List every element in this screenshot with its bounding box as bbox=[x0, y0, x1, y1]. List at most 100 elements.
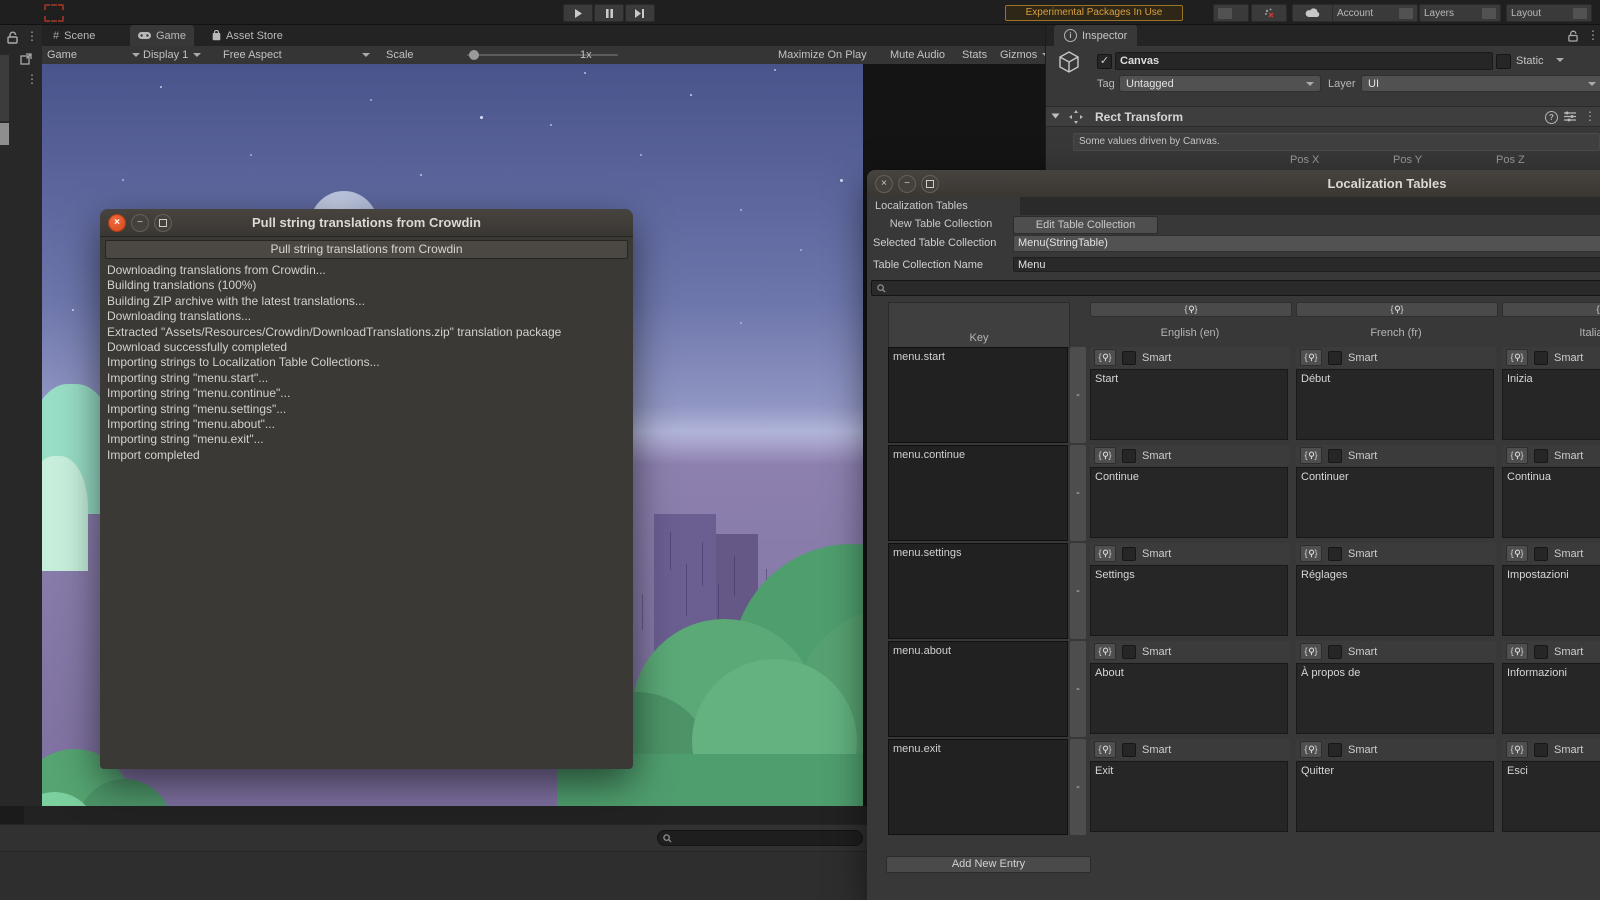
maximize-on-play-toggle[interactable]: Maximize On Play bbox=[778, 46, 867, 64]
smart-checkbox[interactable] bbox=[1122, 448, 1136, 463]
smart-checkbox[interactable] bbox=[1122, 350, 1136, 365]
lock-icon[interactable] bbox=[1568, 30, 1578, 42]
layers-dropdown[interactable]: Layers bbox=[1419, 4, 1501, 22]
play-button[interactable] bbox=[563, 4, 593, 22]
column-settings-button[interactable]: {} bbox=[1090, 302, 1292, 317]
table-row-key[interactable]: menu.settings bbox=[888, 543, 1068, 639]
component-menu-icon[interactable]: ⋮ bbox=[1584, 110, 1596, 122]
remove-entry-button[interactable]: - bbox=[1070, 739, 1086, 835]
static-flags-dropdown-icon[interactable] bbox=[1556, 58, 1564, 62]
metadata-button[interactable]: {} bbox=[1300, 447, 1322, 464]
metadata-button[interactable]: {} bbox=[1300, 349, 1322, 366]
smart-checkbox[interactable] bbox=[1328, 350, 1342, 365]
translation-text-field[interactable]: Impostazioni bbox=[1502, 565, 1600, 636]
smart-checkbox[interactable] bbox=[1534, 448, 1548, 463]
lock-icon[interactable] bbox=[7, 31, 18, 44]
tab-asset-store[interactable]: Asset Store bbox=[204, 25, 291, 46]
table-row-key[interactable]: menu.continue bbox=[888, 445, 1068, 541]
tab-localization-tables[interactable]: Localization Tables bbox=[867, 197, 1020, 215]
metadata-button[interactable]: {} bbox=[1506, 741, 1528, 758]
collab-error-button[interactable] bbox=[1251, 4, 1287, 22]
selected-collection-field[interactable]: Menu(StringTable) bbox=[1013, 235, 1600, 252]
smart-checkbox[interactable] bbox=[1534, 742, 1548, 757]
smart-checkbox[interactable] bbox=[1534, 350, 1548, 365]
translation-text-field[interactable]: Début bbox=[1296, 369, 1494, 440]
translation-text-field[interactable]: Continuer bbox=[1296, 467, 1494, 538]
step-button[interactable] bbox=[625, 4, 655, 22]
pull-translations-button[interactable]: Pull string translations from Crowdin bbox=[105, 240, 628, 259]
table-search-input[interactable] bbox=[871, 280, 1600, 296]
rect-transform-header[interactable]: Rect Transform ? ⋮ bbox=[1046, 106, 1600, 127]
foldout-arrow-icon[interactable] bbox=[1051, 113, 1060, 119]
smart-checkbox[interactable] bbox=[1534, 546, 1548, 561]
scale-slider-track[interactable] bbox=[467, 54, 618, 56]
gizmos-dropdown[interactable]: Gizmos bbox=[1000, 46, 1051, 64]
remove-entry-button[interactable]: - bbox=[1070, 641, 1086, 737]
translation-text-field[interactable]: Quitter bbox=[1296, 761, 1494, 832]
remove-entry-button[interactable]: - bbox=[1070, 543, 1086, 639]
smart-checkbox[interactable] bbox=[1328, 546, 1342, 561]
metadata-button[interactable]: {} bbox=[1300, 643, 1322, 660]
edit-table-collection-button[interactable]: Edit Table Collection bbox=[1013, 216, 1158, 234]
translation-text-field[interactable]: Continua bbox=[1502, 467, 1600, 538]
scrollbar-thumb[interactable] bbox=[0, 123, 9, 145]
minimize-button[interactable]: − bbox=[131, 213, 149, 232]
stats-toggle[interactable]: Stats bbox=[962, 46, 987, 64]
table-row-key[interactable]: menu.start bbox=[888, 347, 1068, 443]
translation-text-field[interactable]: Informazioni bbox=[1502, 663, 1600, 734]
preview-packages-button[interactable] bbox=[1213, 4, 1249, 22]
tab-inspector[interactable]: i Inspector bbox=[1054, 25, 1138, 46]
display-dropdown[interactable]: Display 1 bbox=[143, 46, 202, 64]
collection-name-input[interactable] bbox=[1013, 257, 1600, 272]
enabled-checkbox[interactable]: ✓ bbox=[1097, 54, 1112, 69]
panel-menu-icon[interactable]: ⋮ bbox=[26, 30, 38, 42]
smart-checkbox[interactable] bbox=[1122, 742, 1136, 757]
translation-text-field[interactable]: Continue bbox=[1090, 467, 1288, 538]
metadata-button[interactable]: {} bbox=[1506, 643, 1528, 660]
translation-text-field[interactable]: Exit bbox=[1090, 761, 1288, 832]
mute-audio-toggle[interactable]: Mute Audio bbox=[890, 46, 945, 64]
new-table-collection-button[interactable]: New Table Collection bbox=[871, 216, 1011, 232]
experimental-packages-warning[interactable]: Experimental Packages In Use bbox=[1005, 5, 1183, 21]
maximize-button[interactable] bbox=[154, 213, 172, 232]
metadata-button[interactable]: {} bbox=[1094, 447, 1116, 464]
metadata-button[interactable]: {} bbox=[1094, 545, 1116, 562]
smart-checkbox[interactable] bbox=[1328, 448, 1342, 463]
smart-checkbox[interactable] bbox=[1534, 644, 1548, 659]
metadata-button[interactable]: {} bbox=[1506, 349, 1528, 366]
window-titlebar[interactable]: Localization Tables × − bbox=[867, 170, 1600, 198]
translation-text-field[interactable]: À propos de bbox=[1296, 663, 1494, 734]
layer-dropdown[interactable]: UI bbox=[1361, 75, 1600, 92]
remove-entry-button[interactable]: - bbox=[1070, 445, 1086, 541]
minimize-button[interactable]: − bbox=[898, 174, 916, 193]
column-settings-button[interactable]: {} bbox=[1296, 302, 1498, 317]
help-icon[interactable]: ? bbox=[1545, 111, 1558, 124]
object-name-field[interactable] bbox=[1115, 52, 1493, 70]
maximize-button[interactable] bbox=[921, 174, 939, 193]
panel-menu-icon[interactable]: ⋮ bbox=[26, 73, 38, 85]
translation-text-field[interactable]: About bbox=[1090, 663, 1288, 734]
aspect-dropdown[interactable]: Free Aspect bbox=[223, 46, 370, 64]
cloud-button[interactable] bbox=[1292, 4, 1334, 22]
search-input[interactable] bbox=[657, 830, 863, 846]
table-row-key[interactable]: menu.exit bbox=[888, 739, 1068, 835]
metadata-button[interactable]: {} bbox=[1094, 643, 1116, 660]
translation-text-field[interactable]: Settings bbox=[1090, 565, 1288, 636]
table-row-key[interactable]: menu.about bbox=[888, 641, 1068, 737]
metadata-button[interactable]: {} bbox=[1506, 447, 1528, 464]
remove-entry-button[interactable]: - bbox=[1070, 347, 1086, 443]
close-button[interactable]: × bbox=[875, 174, 893, 193]
rect-tool-icon[interactable] bbox=[44, 4, 64, 22]
metadata-button[interactable]: {} bbox=[1506, 545, 1528, 562]
add-new-entry-button[interactable]: Add New Entry bbox=[886, 856, 1091, 873]
panel-menu-icon[interactable]: ⋮ bbox=[1587, 29, 1599, 41]
tab-scene[interactable]: # Scene bbox=[45, 25, 103, 46]
key-column-header[interactable]: Key bbox=[888, 302, 1070, 348]
presets-icon[interactable] bbox=[1564, 111, 1576, 122]
translation-text-field[interactable]: Réglages bbox=[1296, 565, 1494, 636]
metadata-button[interactable]: {} bbox=[1094, 741, 1116, 758]
smart-checkbox[interactable] bbox=[1328, 644, 1342, 659]
window-titlebar[interactable]: Pull string translations from Crowdin × … bbox=[100, 209, 633, 237]
popout-icon[interactable] bbox=[20, 53, 32, 65]
smart-checkbox[interactable] bbox=[1328, 742, 1342, 757]
